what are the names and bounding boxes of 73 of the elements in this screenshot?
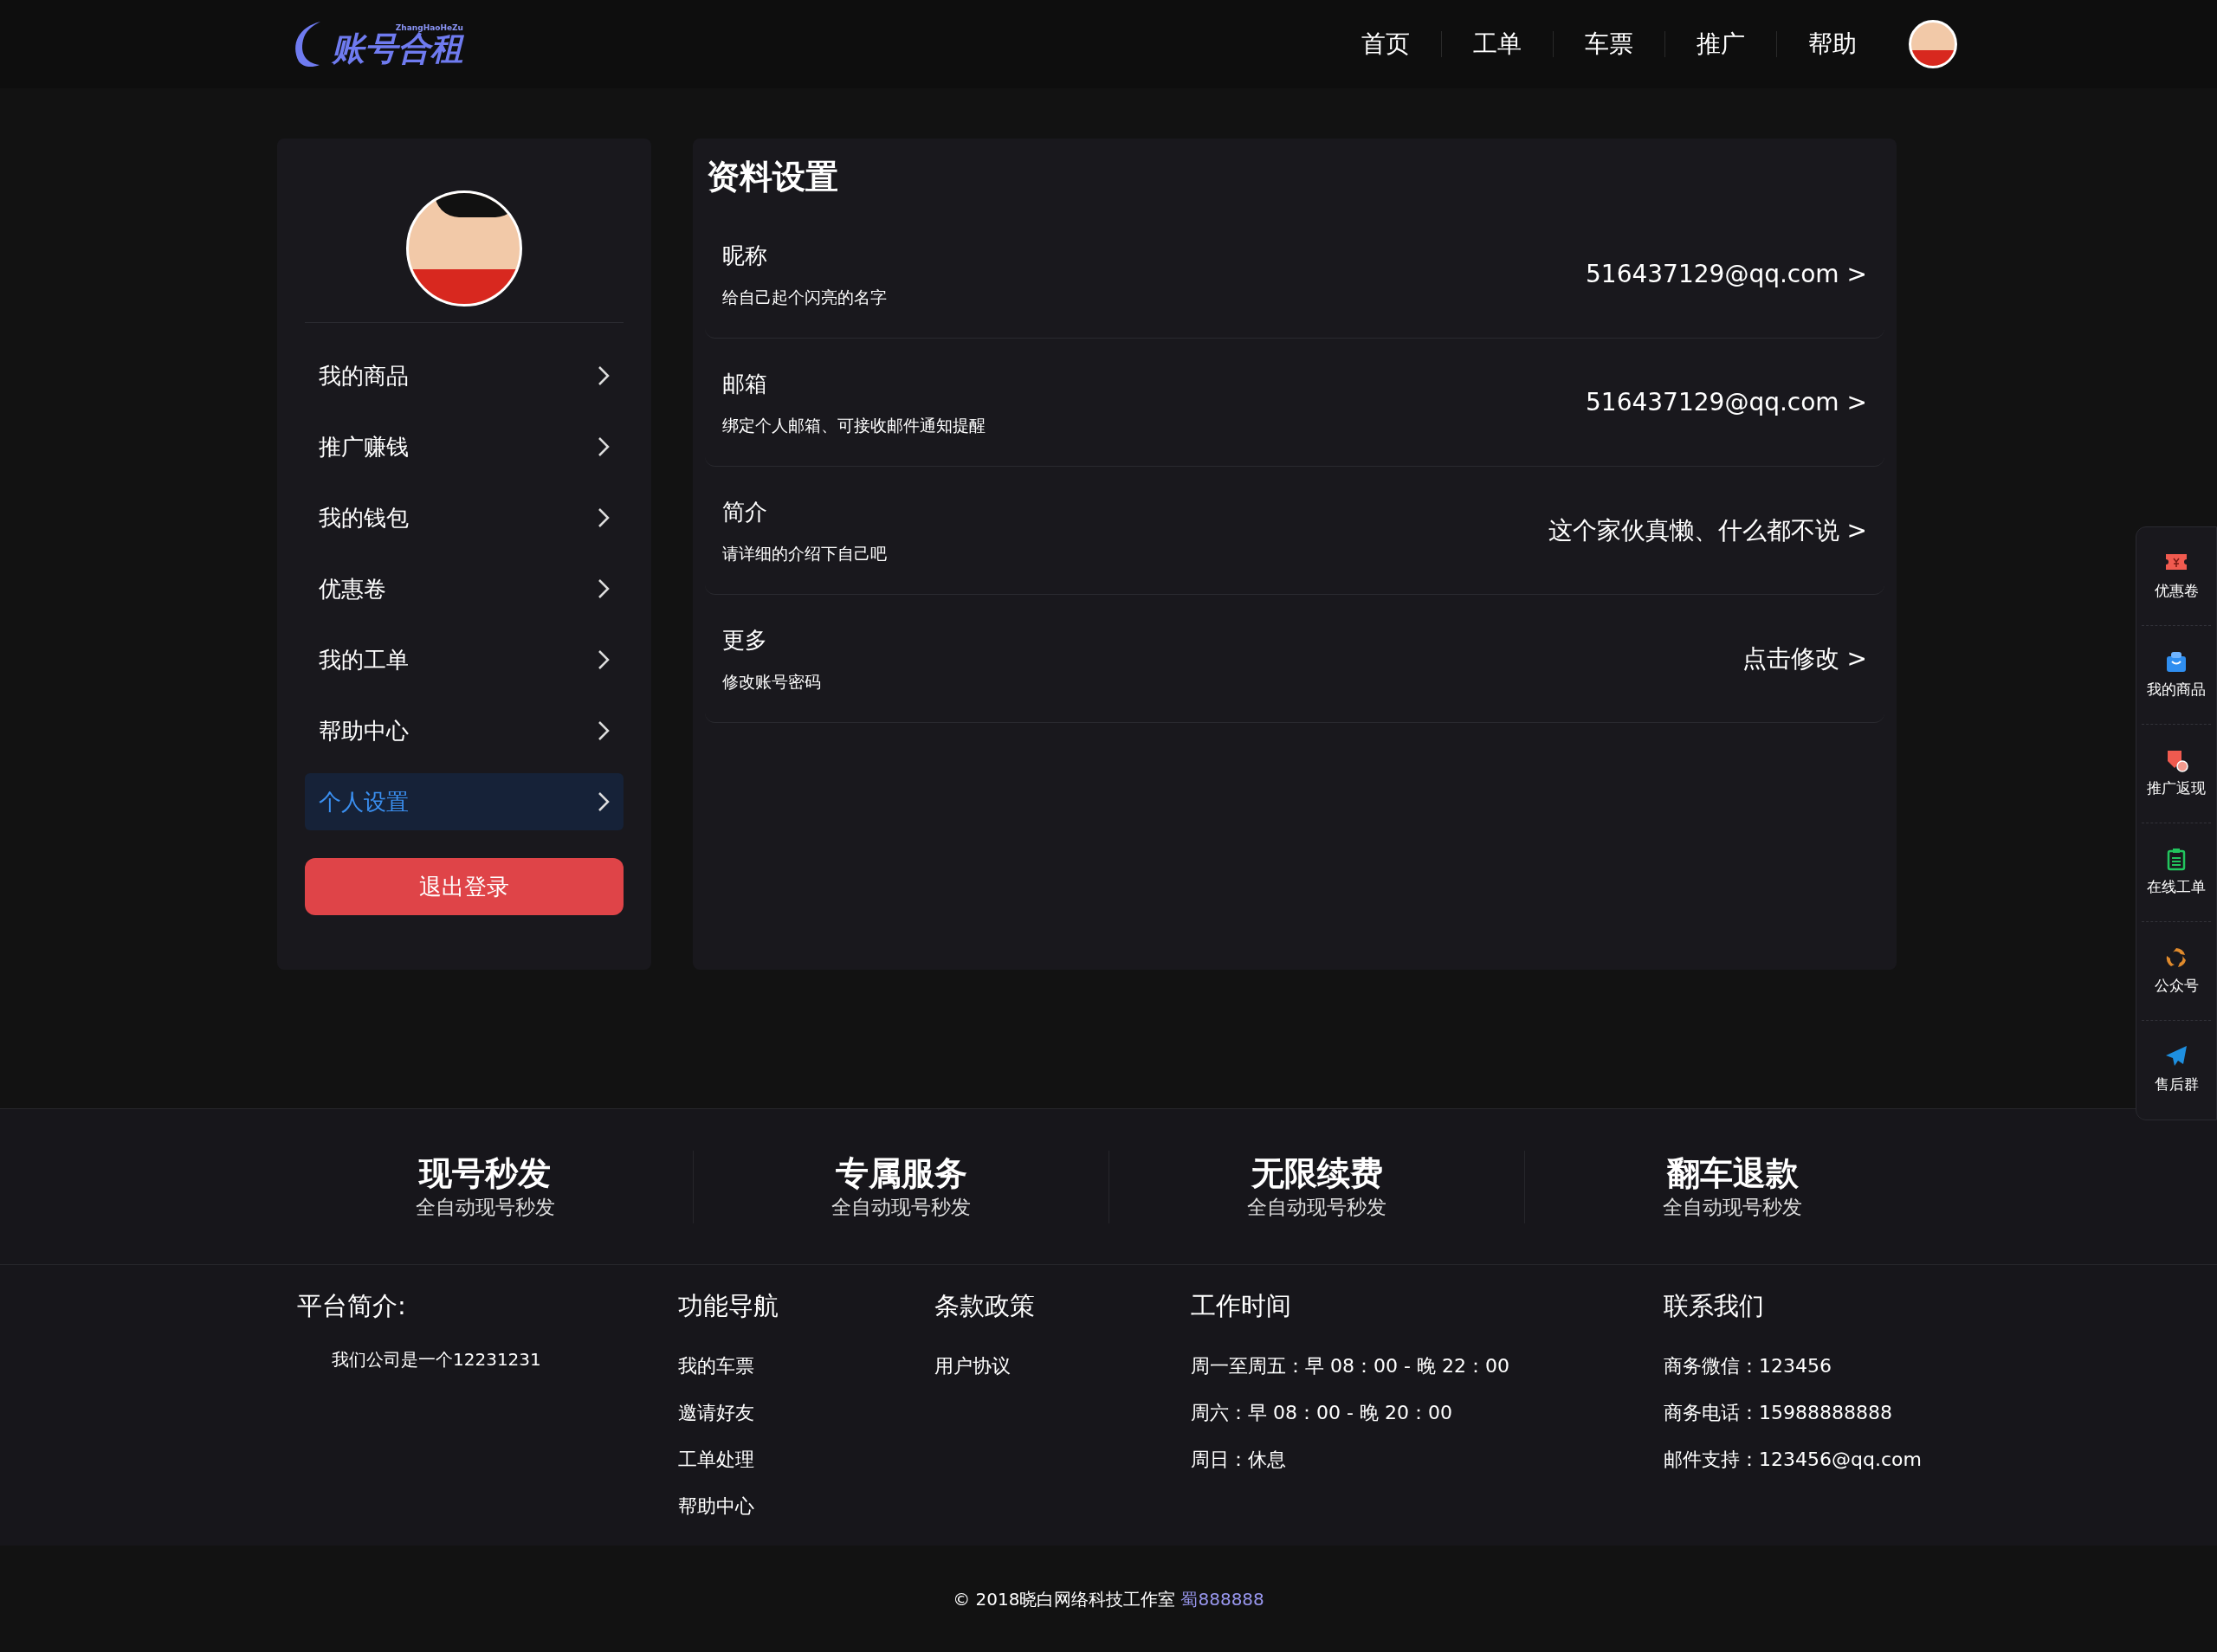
feature-title: 现号秒发 — [419, 1153, 551, 1195]
settings-row[interactable]: 简介 请详细的介绍下自己吧 这个家伙真懒、什么都不说 > — [705, 467, 1884, 595]
footer-text: 周六：早 08：00 - 晚 20：00 — [1191, 1400, 1453, 1425]
row-value: 516437129@qq.com > — [1586, 386, 1867, 418]
row-value: 点击修改 > — [1742, 642, 1867, 674]
footer-text: 周日：休息 — [1191, 1447, 1287, 1472]
float-button[interactable]: 优惠卷 — [2142, 527, 2211, 626]
row-label: 昵称 — [722, 241, 768, 270]
sidebar-item[interactable]: 我的商品 — [305, 347, 624, 404]
row-hint: 给自己起个闪亮的名字 — [722, 286, 887, 308]
about-text: 我们公司是一个12231231 — [332, 1347, 542, 1371]
footer-text: 周一至周五：早 08：00 - 晚 22：00 — [1191, 1353, 1510, 1378]
row-hint: 请详细的介绍下自己吧 — [722, 542, 887, 565]
panel-title: 资料设置 — [707, 157, 839, 197]
chevron-right-icon — [598, 791, 610, 812]
nav-link[interactable]: 工单 — [1442, 26, 1553, 62]
nav-link[interactable]: 首页 — [1330, 26, 1441, 62]
logo[interactable]: 账号合租 — [332, 31, 463, 65]
nav-link[interactable]: 推广 — [1665, 26, 1776, 62]
float-button[interactable]: 在线工单 — [2142, 823, 2211, 922]
chevron-right-icon — [598, 649, 610, 670]
footer-heading: 工作时间 — [1191, 1290, 1292, 1322]
nav-link[interactable]: 帮助 — [1777, 26, 1888, 62]
settings-row[interactable]: 昵称 给自己起个闪亮的名字 516437129@qq.com > — [705, 210, 1884, 339]
footer-text: 商务电话：15988888888 — [1664, 1400, 1893, 1425]
feature-title: 专属服务 — [835, 1153, 967, 1195]
user-avatar[interactable] — [1909, 20, 1957, 68]
footer-link[interactable]: 用户协议 — [934, 1351, 1191, 1398]
icp-link[interactable]: 蜀888888 — [1180, 1585, 1264, 1612]
chevron-right-icon — [598, 720, 610, 741]
float-button[interactable]: 售后群 — [2142, 1021, 2211, 1120]
footer-heading: 条款政策 — [934, 1290, 1036, 1322]
feature-title: 翻车退款 — [1666, 1153, 1799, 1195]
footer-link[interactable]: 我的车票 — [678, 1351, 934, 1398]
float-button[interactable]: 公众号 — [2142, 922, 2211, 1021]
settings-row[interactable]: 邮箱 绑定个人邮箱、可接收邮件通知提醒 516437129@qq.com > — [705, 339, 1884, 467]
footer-text: 商务微信：123456 — [1664, 1353, 1832, 1378]
chevron-right-icon — [598, 365, 610, 386]
float-button[interactable]: 我的商品 — [2142, 626, 2211, 725]
chevron-right-icon — [598, 436, 610, 457]
footer-heading: 功能导航 — [678, 1290, 779, 1322]
row-label: 邮箱 — [722, 369, 768, 398]
settings-row[interactable]: 更多 修改账号密码 点击修改 > — [705, 595, 1884, 723]
feature-subtitle: 全自动现号秒发 — [1663, 1194, 1802, 1220]
sidebar-item[interactable]: 帮助中心 — [305, 702, 624, 759]
row-value: 516437129@qq.com > — [1586, 258, 1867, 290]
sidebar-item[interactable]: 个人设置 — [305, 773, 624, 830]
row-value: 这个家伙真懒、什么都不说 > — [1548, 514, 1867, 546]
chevron-right-icon — [598, 507, 610, 528]
row-hint: 绑定个人邮箱、可接收邮件通知提醒 — [722, 414, 986, 436]
footer-text: 邮件支持：123456@qq.com — [1664, 1447, 1923, 1472]
footer-heading: 联系我们 — [1664, 1290, 1765, 1322]
feature-title: 无限续费 — [1251, 1153, 1383, 1195]
row-label: 简介 — [722, 497, 768, 526]
logo-subtext: ZhangHaoHeZu — [395, 23, 463, 32]
footer-link[interactable]: 邀请好友 — [678, 1397, 934, 1445]
footer-link[interactable]: 工单处理 — [678, 1444, 934, 1492]
logout-button[interactable]: 退出登录 — [305, 858, 624, 915]
float-button[interactable]: 推广返现 — [2142, 725, 2211, 823]
sidebar-item[interactable]: 我的钱包 — [305, 489, 624, 546]
row-label: 更多 — [722, 625, 768, 655]
feature-subtitle: 全自动现号秒发 — [831, 1194, 971, 1220]
feature-subtitle: 全自动现号秒发 — [1247, 1194, 1386, 1220]
row-hint: 修改账号密码 — [722, 670, 821, 693]
chevron-right-icon — [598, 578, 610, 599]
footer-link[interactable]: 帮助中心 — [678, 1491, 934, 1539]
copyright-text: © 2018晓白网络科技工作室 — [953, 1587, 1176, 1611]
feature-subtitle: 全自动现号秒发 — [415, 1194, 555, 1220]
sidebar-item[interactable]: 我的工单 — [305, 631, 624, 688]
sidebar-item[interactable]: 推广赚钱 — [305, 418, 624, 475]
sidebar-item[interactable]: 优惠卷 — [305, 560, 624, 617]
footer-heading: 平台简介: — [297, 1290, 407, 1322]
nav-link[interactable]: 车票 — [1554, 26, 1664, 62]
